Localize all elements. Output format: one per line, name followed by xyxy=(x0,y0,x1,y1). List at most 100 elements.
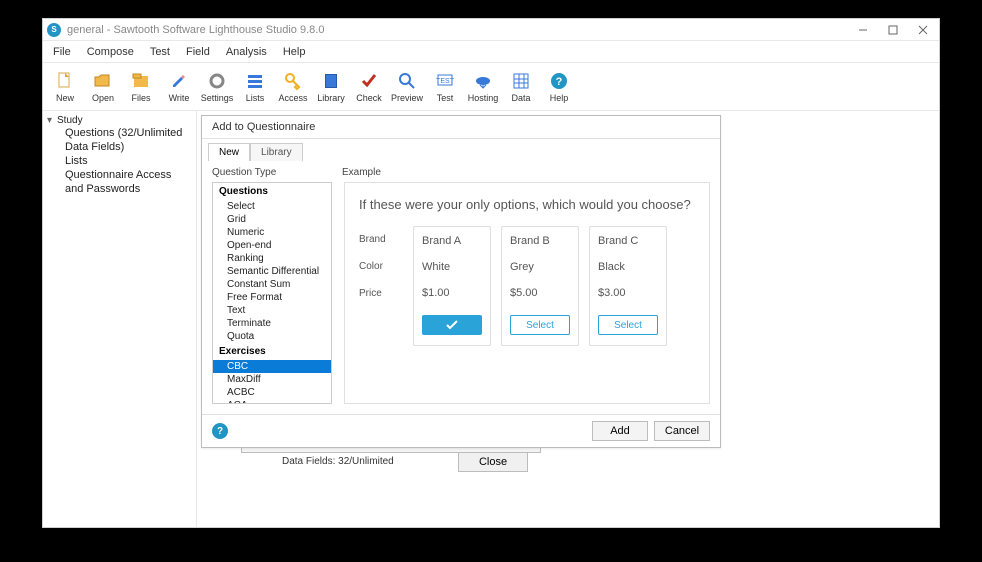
new-file-icon xyxy=(54,70,76,92)
toolbar-label: Settings xyxy=(201,93,234,103)
help-icon[interactable]: ? xyxy=(212,423,228,439)
toolbar-label: Lists xyxy=(246,93,265,103)
question-type-list: QuestionsSelectGridNumericOpen-endRankin… xyxy=(212,182,332,404)
open-folder-icon xyxy=(92,70,114,92)
qtype-item-grid[interactable]: Grid xyxy=(213,213,331,226)
toolbar-data-button[interactable]: Data xyxy=(503,65,539,109)
toolbar-label: Hosting xyxy=(468,93,499,103)
qtype-item-text[interactable]: Text xyxy=(213,304,331,317)
qtype-item-free-format[interactable]: Free Format xyxy=(213,291,331,304)
toolbar-check-button[interactable]: Check xyxy=(351,65,387,109)
cbc-value: Brand B xyxy=(510,235,570,247)
qtype-item-maxdiff[interactable]: MaxDiff xyxy=(213,373,331,386)
qtype-group-exercises: Exercises xyxy=(213,343,331,360)
book-icon xyxy=(320,70,342,92)
qtype-group-questions: Questions xyxy=(213,183,331,200)
toolbar: NewOpen Files Write Settings Lists Access Libr… xyxy=(43,63,939,111)
toolbar-label: Help xyxy=(550,93,569,103)
cloud-icon xyxy=(472,70,494,92)
cbc-option-3: Brand CBlack$3.00Select xyxy=(589,226,667,346)
cancel-button[interactable]: Cancel xyxy=(654,421,710,441)
toolbar-label: Preview xyxy=(391,93,423,103)
toolbar-library-button[interactable]: Library xyxy=(313,65,349,109)
toolbar-label: Data xyxy=(511,93,530,103)
menu-field[interactable]: Field xyxy=(178,44,218,60)
qtype-item-select[interactable]: Select xyxy=(213,200,331,213)
toolbar-hosting-button[interactable]: Hosting xyxy=(465,65,501,109)
qtype-item-ranking[interactable]: Ranking xyxy=(213,252,331,265)
menubar: FileComposeTestFieldAnalysisHelp xyxy=(43,41,939,63)
tree-collapse-icon[interactable]: ▾ xyxy=(47,115,57,126)
toolbar-new-button[interactable]: New xyxy=(47,65,83,109)
data-fields-label: Data Fields: 32/Unlimited xyxy=(282,456,394,467)
maximize-button[interactable] xyxy=(881,21,905,39)
cbc-option-1: Brand AWhite$1.00 xyxy=(413,226,491,346)
cbc-select-button[interactable]: Select xyxy=(510,315,570,335)
toolbar-label: Files xyxy=(131,93,150,103)
qtype-item-acbc[interactable]: ACBC xyxy=(213,386,331,399)
example-preview: If these were your only options, which w… xyxy=(344,182,710,404)
menu-analysis[interactable]: Analysis xyxy=(218,44,275,60)
toolbar-open-button[interactable]: Open xyxy=(85,65,121,109)
cbc-value: Brand A xyxy=(422,235,482,247)
toolbar-label: Write xyxy=(169,93,190,103)
qtype-item-open-end[interactable]: Open-end xyxy=(213,239,331,252)
toolbar-files-button[interactable]: Files xyxy=(123,65,159,109)
toolbar-lists-button[interactable]: Lists xyxy=(237,65,273,109)
toolbar-help-button[interactable]: ? Help xyxy=(541,65,577,109)
cbc-select-button[interactable]: Select xyxy=(598,315,658,335)
add-question-dialog: Add to Questionnaire New Library Questio… xyxy=(201,115,721,448)
tab-new[interactable]: New xyxy=(208,143,250,161)
tab-library[interactable]: Library xyxy=(250,143,303,161)
cbc-value: $5.00 xyxy=(510,287,570,299)
cbc-value: Grey xyxy=(510,261,570,273)
toolbar-preview-button[interactable]: Preview xyxy=(389,65,425,109)
table-icon xyxy=(510,70,532,92)
pencil-icon xyxy=(168,70,190,92)
toolbar-access-button[interactable]: Access xyxy=(275,65,311,109)
qtype-item-quota[interactable]: Quota xyxy=(213,330,331,343)
toolbar-label: Test xyxy=(437,93,454,103)
row-label-color: Color xyxy=(359,261,403,272)
check-icon xyxy=(358,70,380,92)
qtype-item-aca[interactable]: ACA xyxy=(213,399,331,404)
magnifier-icon xyxy=(396,70,418,92)
menu-compose[interactable]: Compose xyxy=(79,44,142,60)
close-button[interactable] xyxy=(911,21,935,39)
menu-help[interactable]: Help xyxy=(275,44,314,60)
qtype-item-constant-sum[interactable]: Constant Sum xyxy=(213,278,331,291)
files-icon xyxy=(130,70,152,92)
svg-text:?: ? xyxy=(556,76,563,88)
menu-file[interactable]: File xyxy=(45,44,79,60)
gear-icon xyxy=(206,70,228,92)
add-button[interactable]: Add xyxy=(592,421,648,441)
cbc-value: Brand C xyxy=(598,235,658,247)
menu-test[interactable]: Test xyxy=(142,44,178,60)
qtype-item-cbc[interactable]: CBC xyxy=(213,360,331,373)
question-type-header: Question Type xyxy=(212,167,342,178)
key-icon xyxy=(282,70,304,92)
app-window: S general - Sawtooth Software Lighthouse… xyxy=(42,18,940,528)
app-icon: S xyxy=(47,23,61,37)
sidebar-tree: ▾Study Questions (32/Unlimited Data Fiel… xyxy=(43,111,197,527)
qtype-item-semantic-differential[interactable]: Semantic Differential xyxy=(213,265,331,278)
row-label-brand: Brand xyxy=(359,234,403,245)
toolbar-test-button[interactable]: TESTTest xyxy=(427,65,463,109)
list-icon xyxy=(244,70,266,92)
toolbar-settings-button[interactable]: Settings xyxy=(199,65,235,109)
tree-item-questions[interactable]: Questions (32/Unlimited Data Fields) xyxy=(47,126,192,154)
toolbar-write-button[interactable]: Write xyxy=(161,65,197,109)
close-button[interactable]: Close xyxy=(458,452,528,472)
dialog-title: Add to Questionnaire xyxy=(202,116,720,139)
qtype-item-terminate[interactable]: Terminate xyxy=(213,317,331,330)
tree-item-access[interactable]: Questionnaire Access and Passwords xyxy=(47,168,192,196)
qtype-item-numeric[interactable]: Numeric xyxy=(213,226,331,239)
help-icon: ? xyxy=(548,70,570,92)
minimize-button[interactable] xyxy=(851,21,875,39)
cbc-selected-button[interactable] xyxy=(422,315,482,335)
tree-item-lists[interactable]: Lists xyxy=(47,154,192,168)
tree-root[interactable]: ▾Study xyxy=(47,115,192,126)
toolbar-label: Library xyxy=(317,93,345,103)
cbc-value: $1.00 xyxy=(422,287,482,299)
example-question: If these were your only options, which w… xyxy=(359,197,695,212)
